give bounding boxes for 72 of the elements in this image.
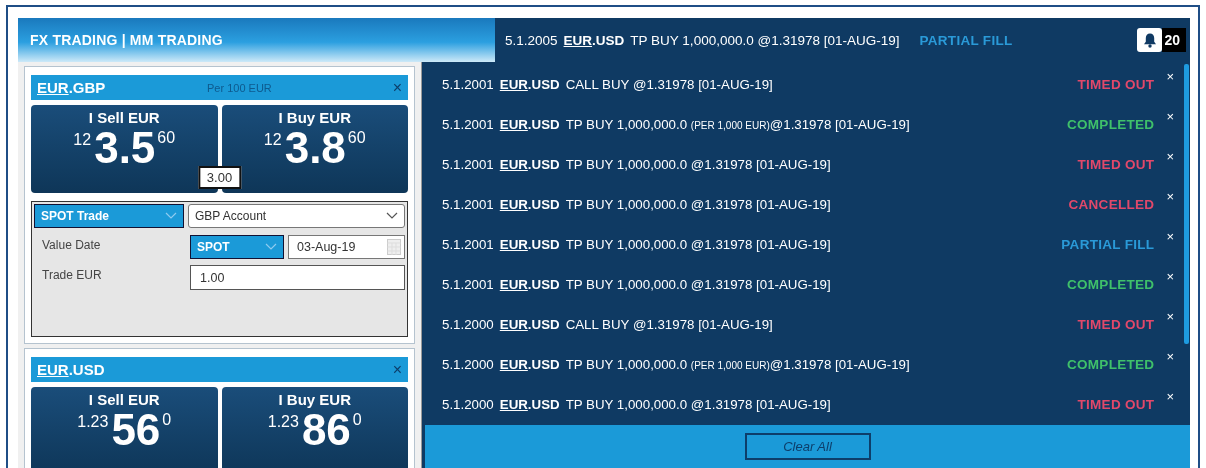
price-label: I Buy EUR	[277, 109, 352, 126]
order-id: 5.1.2000	[442, 316, 494, 332]
order-text: TP BUY 1,000,000.0 (PER 1,000 EUR)@1.31978 [01-AUG-19]	[565, 356, 910, 372]
order-id: 5.1.2001	[442, 236, 494, 252]
order-text: TP BUY 1,000,000.0 (PER 1,000 EUR)@1.31978 [01-AUG-19]	[565, 116, 910, 132]
order-text: TP BUY 1,000,000.0 @1.31978 [01-AUG-19]	[565, 196, 831, 212]
order-id: 5.1.2000	[442, 356, 494, 372]
dismiss-button[interactable]: ×	[1166, 389, 1174, 404]
currency-pair[interactable]: EUR.USD	[499, 276, 560, 292]
order-id: 5.1.2001	[442, 196, 494, 212]
dismiss-button[interactable]: ×	[1166, 269, 1174, 284]
close-button[interactable]: ×	[392, 78, 402, 97]
status-label: CANCELLED	[1068, 196, 1155, 212]
currency-pair[interactable]: EUR.USD	[499, 236, 560, 252]
bell-icon	[1142, 32, 1157, 48]
currency-pair[interactable]: EUR.USD	[499, 116, 560, 132]
notification-bell-button[interactable]	[1137, 28, 1163, 52]
account-dropdown[interactable]: GBP Account	[188, 204, 405, 228]
order-text: CALL BUY @1.31978 [01-AUG-19]	[565, 76, 773, 92]
order-text: TP BUY 1,000,000.0 @1.31978 [01-AUG-19]	[565, 396, 831, 412]
status-label: TIMED OUT	[1077, 156, 1155, 172]
clear-all-button[interactable]: Clear All	[744, 433, 871, 460]
order-text: TP BUY 1,000,000.0 @1.31978 [01-AUG-19]	[565, 236, 831, 252]
currency-pair[interactable]: EUR.USD	[563, 32, 625, 48]
order-text: TP BUY 1,000,000.0 @1.31978 [01-AUG-19]	[630, 32, 900, 48]
order-id: 5.1.2000	[442, 396, 494, 412]
currency-pair[interactable]: EUR.USD	[499, 156, 560, 172]
calendar-icon	[387, 239, 401, 255]
status-label: TIMED OUT	[1077, 396, 1155, 412]
status-label: TIMED OUT	[1077, 76, 1155, 92]
dismiss-button[interactable]: ×	[1166, 149, 1174, 164]
dismiss-button[interactable]: ×	[1166, 229, 1174, 244]
status-label: COMPLETED	[1066, 356, 1155, 372]
order-text: CALL BUY @1.31978 [01-AUG-19]	[565, 316, 773, 332]
status-label: PARTIAL FILL	[919, 32, 1013, 48]
dismiss-button[interactable]: ×	[1166, 349, 1174, 364]
status-label: PARTIAL FILL	[1061, 236, 1155, 252]
status-label: COMPLETED	[1066, 276, 1155, 292]
order-id: 5.1.2001	[442, 276, 494, 292]
field-label: Trade EUR	[41, 267, 103, 284]
spread-label: 3.00	[197, 166, 242, 189]
chevron-down-icon	[265, 243, 277, 251]
app-title: FX TRADING | MM TRADING	[30, 32, 223, 48]
currency-pair[interactable]: EUR.USD	[499, 76, 560, 92]
field-label: Value Date	[41, 237, 102, 254]
dismiss-button[interactable]: ×	[1166, 189, 1174, 204]
order-id: 5.1.2001	[442, 76, 494, 92]
dismiss-button[interactable]: ×	[1166, 309, 1174, 324]
price-label: I Sell EUR	[87, 109, 161, 126]
amount-input[interactable]: 1.00	[190, 265, 405, 290]
notification-count: 20	[1162, 28, 1186, 52]
price-label: I Sell EUR	[87, 391, 161, 408]
currency-pair[interactable]: EUR.USD	[499, 396, 560, 412]
dismiss-button[interactable]: ×	[1166, 109, 1174, 124]
close-button[interactable]: ×	[392, 360, 402, 379]
order-text: TP BUY 1,000,000.0 @1.31978 [01-AUG-19]	[565, 276, 831, 292]
order-id: 5.1.2001	[442, 156, 494, 172]
currency-pair[interactable]: EUR.USD	[499, 316, 560, 332]
order-id: 5.1.2001	[442, 116, 494, 132]
chevron-down-icon	[386, 212, 398, 220]
status-label: COMPLETED	[1066, 116, 1155, 132]
currency-pair[interactable]: EUR.USD	[499, 356, 560, 372]
unit-label: Per 100 EUR	[207, 81, 273, 94]
price-label: I Buy EUR	[277, 391, 352, 408]
chevron-down-icon	[165, 212, 177, 220]
scrollbar-icon	[1184, 64, 1189, 344]
status-label: TIMED OUT	[1077, 316, 1155, 332]
date-field[interactable]: 03-Aug-19	[288, 235, 405, 259]
dismiss-button[interactable]: ×	[1166, 69, 1174, 84]
order-text: TP BUY 1,000,000.0 @1.31978 [01-AUG-19]	[565, 156, 831, 172]
currency-pair[interactable]: EUR.USD	[499, 196, 560, 212]
order-id: 5.1.2005	[505, 32, 558, 48]
